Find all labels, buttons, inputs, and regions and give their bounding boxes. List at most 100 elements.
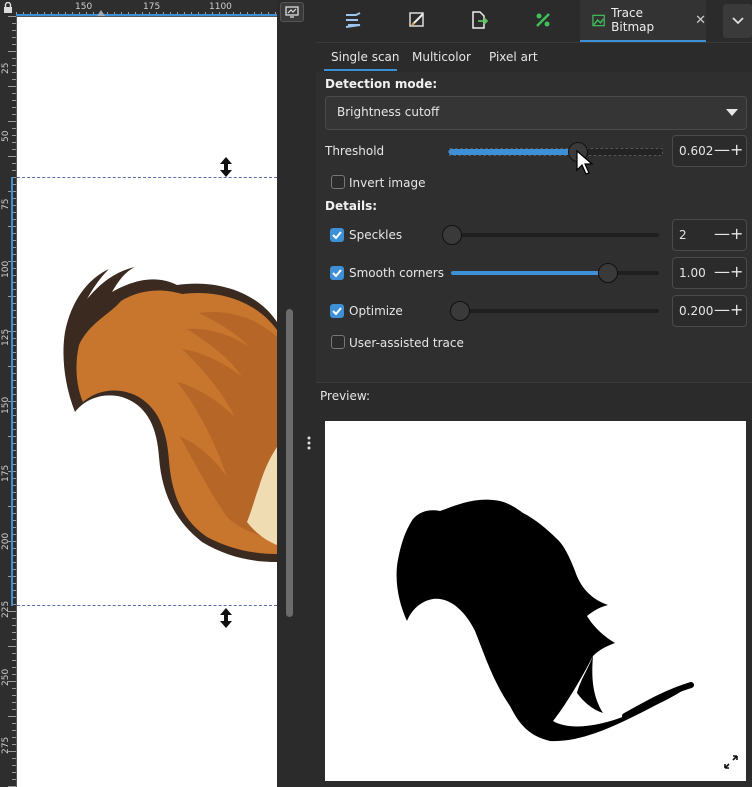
ruler-tick xyxy=(12,163,16,164)
ruler-tick xyxy=(12,23,16,24)
ruler-tick xyxy=(12,79,16,80)
detection-mode-label: Detection mode: xyxy=(325,77,438,91)
ruler-tick xyxy=(8,121,16,122)
checkmark-icon xyxy=(332,307,342,316)
optimize-spinbox[interactable]: 0.200 — + xyxy=(672,295,747,327)
ruler-tick xyxy=(12,765,16,766)
canvas-area[interactable]: 150 175 1100 25 50 75 100 125 150 175 20… xyxy=(0,0,316,787)
lock-guides-icon[interactable] xyxy=(0,0,16,16)
increment-button[interactable]: + xyxy=(730,301,743,319)
ruler-tick xyxy=(12,618,16,619)
ruler-tick xyxy=(12,702,16,703)
threshold-slider[interactable] xyxy=(448,142,663,162)
trace-preview xyxy=(325,421,746,781)
dropdown-arrow-icon xyxy=(726,109,738,116)
ruler-label: 100 xyxy=(1,260,11,278)
ruler-tick xyxy=(12,37,16,38)
dock-menu-button[interactable] xyxy=(723,4,752,38)
invert-image-checkbox[interactable] xyxy=(331,175,345,189)
tab-pixel-art[interactable]: Pixel art xyxy=(489,50,538,64)
ruler-tick xyxy=(12,142,16,143)
ruler-tick xyxy=(8,646,16,647)
smooth-corners-spinbox[interactable]: 1.00 — + xyxy=(672,257,747,289)
tab-fill-stroke[interactable] xyxy=(400,0,434,40)
checkmark-icon xyxy=(332,269,342,278)
ruler-tick xyxy=(12,653,16,654)
vertical-scrollbar[interactable] xyxy=(286,309,293,617)
decrement-button[interactable]: — xyxy=(714,301,730,319)
traced-tail-preview xyxy=(396,499,694,742)
invert-image-label[interactable]: Invert image xyxy=(349,176,425,190)
optimize-label[interactable]: Optimize xyxy=(349,304,403,318)
expand-icon[interactable] xyxy=(724,755,738,769)
decrement-button[interactable]: — xyxy=(714,141,730,159)
speckles-slider[interactable] xyxy=(442,225,659,245)
document-page[interactable] xyxy=(17,17,277,787)
user-assisted-trace-checkbox[interactable] xyxy=(331,335,345,349)
optimize-slider-knob[interactable] xyxy=(450,301,470,321)
tab-trace-bitmap-icon[interactable] xyxy=(526,0,560,40)
ruler-tick xyxy=(12,639,16,640)
detection-mode-dropdown[interactable]: Brightness cutoff xyxy=(325,96,747,130)
smooth-corners-value[interactable]: 1.00 xyxy=(679,266,706,280)
decrement-button[interactable]: — xyxy=(714,263,730,281)
ruler-tick xyxy=(12,709,16,710)
ruler-tick xyxy=(12,737,16,738)
ruler-tick xyxy=(12,128,16,129)
dock-tab-bar: Trace Bitmap ✕ xyxy=(316,0,752,43)
threshold-value[interactable]: 0.602 xyxy=(679,144,713,158)
threshold-spinbox[interactable]: 0.602 — + xyxy=(672,135,747,167)
speckles-spinbox[interactable]: 2 — + xyxy=(672,219,747,251)
mouse-cursor-icon xyxy=(576,150,594,175)
speckles-checkbox[interactable] xyxy=(330,228,344,242)
ruler-tick xyxy=(12,723,16,724)
speckles-label[interactable]: Speckles xyxy=(349,228,402,242)
increment-button[interactable]: + xyxy=(730,141,743,159)
smooth-corners-checkbox[interactable] xyxy=(330,266,344,280)
fox-tail-bitmap[interactable] xyxy=(17,17,277,787)
export-icon xyxy=(472,11,488,29)
ruler-tick xyxy=(12,93,16,94)
increment-button[interactable]: + xyxy=(730,263,743,281)
speckles-value[interactable]: 2 xyxy=(679,228,687,242)
ruler-tick xyxy=(8,51,16,52)
detection-mode-value: Brightness cutoff xyxy=(337,105,440,119)
smooth-corners-slider-fill xyxy=(451,271,607,275)
tab-export[interactable] xyxy=(462,0,496,40)
tab-multicolor[interactable]: Multicolor xyxy=(412,50,471,64)
horizontal-ruler[interactable]: 150 175 1100 xyxy=(16,0,277,17)
smooth-corners-slider-knob[interactable] xyxy=(598,263,618,283)
increment-button[interactable]: + xyxy=(730,225,743,243)
preview-label: Preview: xyxy=(320,389,371,403)
checkmark-icon xyxy=(332,231,342,240)
ruler-tick xyxy=(12,58,16,59)
threshold-slider-fill xyxy=(449,149,578,155)
details-label: Details: xyxy=(325,199,378,213)
optimize-value[interactable]: 0.200 xyxy=(679,304,713,318)
active-tab-indicator xyxy=(324,69,397,71)
optimize-slider[interactable] xyxy=(450,301,659,321)
tab-align-distribute[interactable] xyxy=(336,0,370,40)
ruler-label: 275 xyxy=(1,736,11,754)
vertical-ruler[interactable]: 25 50 75 100 125 150 175 200 225 250 275 xyxy=(0,16,17,787)
decrement-button[interactable]: — xyxy=(714,225,730,243)
ruler-label: 1100 xyxy=(209,2,232,12)
optimize-checkbox[interactable] xyxy=(330,304,344,318)
user-assisted-trace-label[interactable]: User-assisted trace xyxy=(349,336,464,350)
ruler-tick xyxy=(12,667,16,668)
smooth-corners-slider[interactable] xyxy=(451,263,659,283)
panel-resize-handle-icon[interactable] xyxy=(306,436,312,450)
tab-single-scan[interactable]: Single scan xyxy=(331,50,400,64)
ruler-tick xyxy=(8,86,16,87)
smooth-corners-label[interactable]: Smooth corners xyxy=(349,266,444,280)
ruler-tick xyxy=(12,730,16,731)
tab-trace-bitmap[interactable]: Trace Bitmap ✕ xyxy=(580,0,706,42)
trace-bitmap-dialog: Trace Bitmap ✕ Single scan Multicolor Pi… xyxy=(316,0,752,787)
speckles-slider-knob[interactable] xyxy=(442,225,462,245)
ruler-tick xyxy=(12,30,16,31)
display-mode-icon[interactable] xyxy=(280,2,304,22)
ruler-label: 250 xyxy=(1,668,11,686)
ruler-tick xyxy=(8,716,16,717)
ruler-tick xyxy=(12,72,16,73)
close-icon[interactable]: ✕ xyxy=(695,13,706,28)
